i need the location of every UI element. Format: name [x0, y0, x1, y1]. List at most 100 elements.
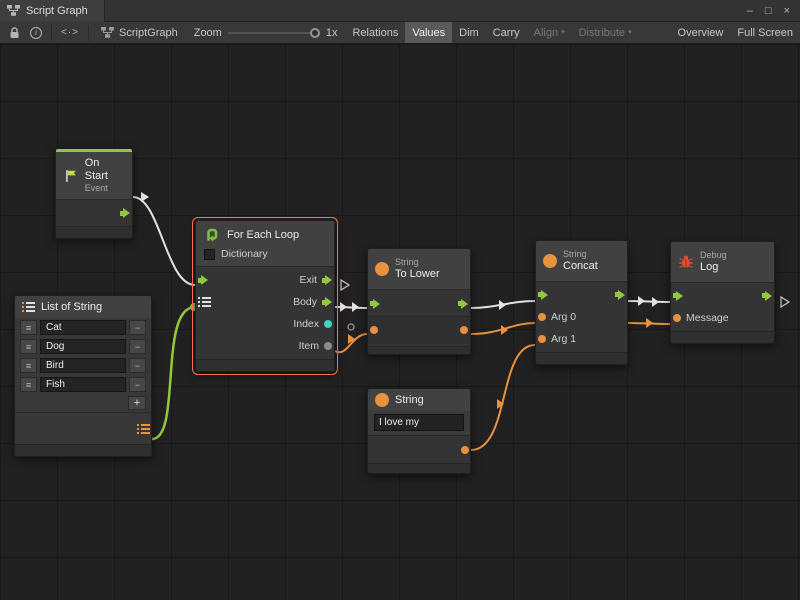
node-header: String To Lower — [368, 249, 470, 289]
node-footer — [15, 444, 151, 456]
node-title: String — [395, 394, 424, 406]
node-concat[interactable]: String Concat Arg 0 Arg 1 — [535, 240, 628, 365]
body-output-port[interactable] — [322, 297, 332, 307]
exit-output-port[interactable] — [458, 299, 468, 309]
fullscreen-button[interactable]: Full Screen — [730, 22, 800, 43]
exit-output-port[interactable] — [762, 291, 772, 301]
lock-icon[interactable] — [4, 22, 25, 43]
unconnected-port-indicator[interactable] — [348, 324, 354, 330]
wire-arrow-icon — [352, 302, 359, 312]
close-button[interactable]: × — [784, 5, 790, 17]
overview-button[interactable]: Overview — [671, 22, 731, 43]
node-title: Log — [700, 261, 727, 274]
index-output-port[interactable] — [324, 320, 332, 328]
loop-icon — [203, 226, 221, 244]
arg0-input-port[interactable] — [538, 313, 546, 321]
port-label: Arg 0 — [551, 311, 576, 323]
node-to-lower[interactable]: String To Lower — [367, 248, 471, 355]
node-header: For Each Loop — [196, 221, 334, 246]
wire-concat-log-flow[interactable] — [628, 301, 670, 302]
item-output-port[interactable] — [324, 342, 332, 350]
value-output-port[interactable] — [461, 446, 469, 454]
result-output-port[interactable] — [460, 326, 468, 334]
zoom-slider-handle[interactable] — [310, 28, 320, 38]
string-input-port[interactable] — [370, 326, 378, 334]
list-item-field[interactable]: Fish — [40, 377, 126, 392]
remove-item-button[interactable]: − — [129, 320, 146, 335]
carry-button[interactable]: Carry — [486, 22, 527, 43]
wire-onstart-foreach[interactable] — [133, 197, 195, 285]
node-subtitle: Event — [85, 183, 125, 194]
drag-handle-icon[interactable]: ≡ — [20, 358, 37, 373]
toolbar-separator — [88, 25, 89, 41]
zoom-slider[interactable] — [228, 27, 320, 39]
wire-body-tolower[interactable] — [335, 307, 367, 308]
wire-arrow-icon — [499, 300, 506, 310]
minimize-button[interactable]: – — [747, 5, 753, 17]
list-output-port[interactable] — [137, 424, 150, 434]
enter-input-port[interactable] — [370, 299, 380, 309]
list-item-field[interactable]: Bird — [40, 358, 126, 373]
wire-arrow-icon — [652, 297, 659, 307]
breadcrumb-scriptgraph[interactable]: ScriptGraph — [93, 22, 186, 43]
enter-input-port[interactable] — [538, 290, 548, 300]
list-item-field[interactable]: Cat — [40, 320, 126, 335]
node-category: String — [563, 249, 598, 260]
info-icon[interactable]: i — [25, 22, 47, 43]
wire-arrow-icon — [141, 192, 149, 202]
remove-item-button[interactable]: − — [129, 339, 146, 354]
port-label: Index — [293, 318, 319, 330]
message-input-port[interactable] — [673, 314, 681, 322]
dictionary-checkbox[interactable] — [204, 249, 215, 260]
tab-script-graph[interactable]: Script Graph — [0, 0, 105, 22]
dictionary-label: Dictionary — [221, 248, 268, 260]
zoom-label: Zoom — [194, 27, 222, 39]
wire-list-foreach[interactable] — [152, 307, 195, 439]
node-header: String Concat — [536, 241, 627, 281]
add-item-button[interactable]: + — [128, 396, 146, 410]
zoom-slider-track — [228, 32, 320, 34]
graph-canvas[interactable]: On Start Event List of String — [0, 44, 800, 600]
list-icon — [22, 302, 35, 312]
wire-literal-concat-arg1[interactable] — [471, 345, 535, 450]
wire-arrow-icon — [638, 296, 645, 306]
node-on-start[interactable]: On Start Event — [55, 148, 133, 239]
enter-input-port[interactable] — [673, 291, 683, 301]
exit-output-port[interactable] — [615, 290, 625, 300]
maximize-button[interactable]: □ — [765, 5, 772, 17]
dim-button[interactable]: Dim — [452, 22, 486, 43]
list-item-row: ≡ Bird − — [15, 356, 151, 375]
node-header: Debug Log — [671, 242, 774, 282]
distribute-button[interactable]: Distribute ▾ — [572, 22, 639, 43]
drag-handle-icon[interactable]: ≡ — [20, 339, 37, 354]
node-footer — [368, 463, 470, 473]
remove-item-button[interactable]: − — [129, 358, 146, 373]
code-icon[interactable]: <·> — [56, 22, 84, 43]
node-footer — [368, 346, 470, 354]
node-for-each-loop[interactable]: For Each Loop Dictionary Exit — [195, 220, 335, 372]
unconnected-exit-port[interactable] — [781, 297, 789, 307]
values-button[interactable]: Values — [405, 22, 452, 43]
script-graph-icon — [7, 5, 20, 16]
node-string-literal[interactable]: String — [367, 388, 471, 474]
exit-output-port[interactable] — [322, 275, 332, 285]
collection-input-port[interactable] — [198, 297, 211, 307]
unconnected-exit-port[interactable] — [341, 280, 349, 290]
drag-handle-icon[interactable]: ≡ — [20, 377, 37, 392]
trigger-output-port[interactable] — [120, 208, 130, 218]
list-item-row: ≡ Dog − — [15, 337, 151, 356]
drag-handle-icon[interactable]: ≡ — [20, 320, 37, 335]
node-title: To Lower — [395, 268, 440, 281]
arg1-input-port[interactable] — [538, 335, 546, 343]
enter-input-port[interactable] — [198, 275, 208, 285]
node-list-of-string[interactable]: List of String ≡ Cat − ≡ Dog − ≡ Bird − … — [14, 295, 152, 457]
remove-item-button[interactable]: − — [129, 377, 146, 392]
node-debug-log[interactable]: Debug Log Message — [670, 241, 775, 344]
list-item-field[interactable]: Dog — [40, 339, 126, 354]
string-literal-input[interactable] — [374, 414, 464, 431]
align-button[interactable]: Align ▾ — [527, 22, 572, 43]
relations-button[interactable]: Relations — [345, 22, 405, 43]
chevron-down-icon: ▾ — [561, 29, 565, 36]
node-footer — [56, 226, 132, 238]
node-header: On Start Event — [56, 152, 132, 199]
